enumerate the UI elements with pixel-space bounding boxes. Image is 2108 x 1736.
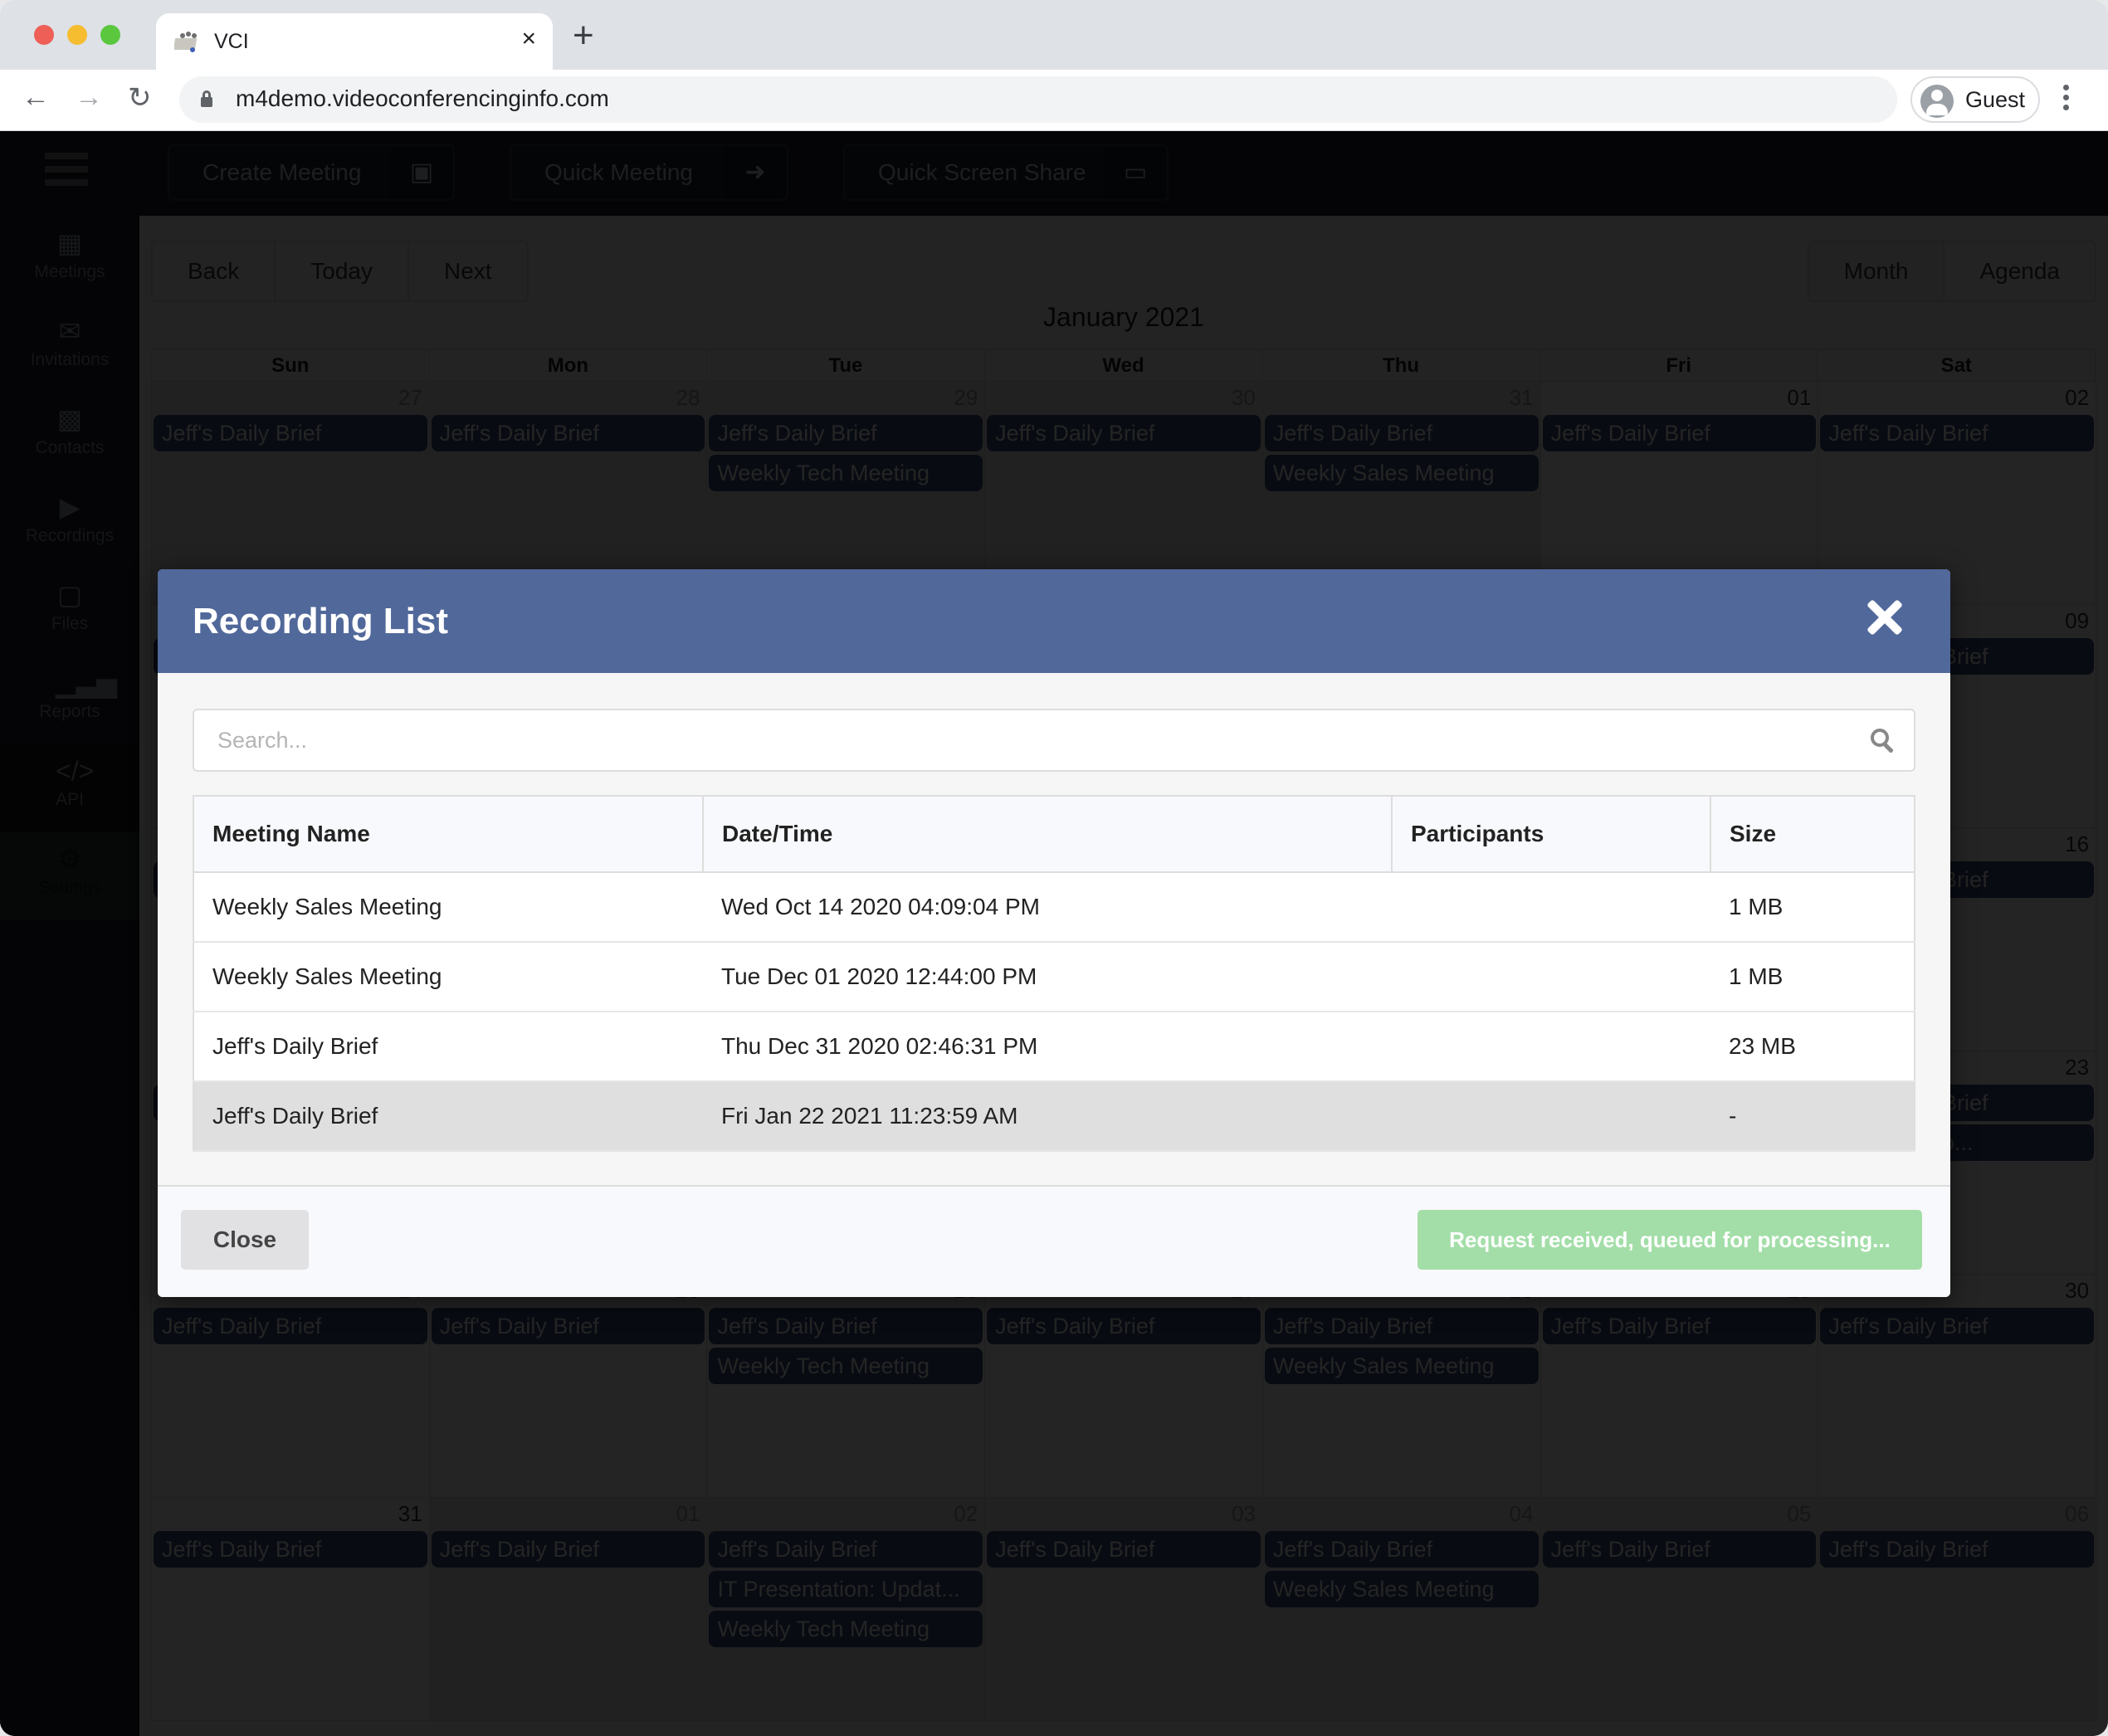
close-window-button[interactable] [34,25,54,45]
cell-meeting-name: Jeff's Daily Brief [193,1012,703,1082]
close-button[interactable]: Close [181,1210,309,1270]
tab-bar: VCI × + [0,0,2108,70]
user-avatar-icon [1920,85,1954,118]
browser-menu-icon[interactable] [2063,85,2070,115]
new-tab-button[interactable]: + [573,15,594,56]
forward-arrow-icon[interactable]: → [75,81,103,114]
modal-header: Recording List [158,569,1950,673]
column-header-date-time[interactable]: Date/Time [703,796,1393,873]
modal-title: Recording List [193,601,449,641]
column-header-participants[interactable]: Participants [1392,796,1711,873]
modal-footer: Close Request received, queued for proce… [158,1185,1950,1297]
cell-participants [1392,1081,1710,1152]
url-text: m4demo.videoconferencinginfo.com [236,85,609,111]
browser-window: VCI × + ← → ↻ m4demo.videoconferencingin… [0,0,2108,1736]
browser-tab[interactable]: VCI × [156,13,553,70]
recordings-table: Meeting Name Date/Time Participants Size… [193,795,1915,1152]
column-header-size[interactable]: Size [1710,796,1915,873]
tab-title: VCI [214,30,249,53]
search-icon[interactable] [1871,729,1896,753]
profile-name: Guest [1965,87,2026,112]
cell-meeting-name: Weekly Sales Meeting [193,872,703,943]
table-row[interactable]: Weekly Sales Meeting Wed Oct 14 2020 04:0… [193,872,1915,943]
cell-size: 1 MB [1710,872,1915,943]
search-input[interactable] [194,710,1914,770]
profile-button[interactable]: Guest [1910,76,2040,123]
cell-participants [1392,942,1710,1012]
maximize-window-button[interactable] [100,25,120,45]
table-row[interactable]: Jeff's Daily Brief Fri Jan 22 2021 11:23:… [193,1081,1915,1152]
column-header-meeting-name[interactable]: Meeting Name [193,796,704,873]
recordings-table-body: Weekly Sales Meeting Wed Oct 14 2020 04:0… [193,872,1915,1152]
cell-date-time: Tue Dec 01 2020 12:44:00 PM [703,942,1392,1012]
search-field [193,709,1915,772]
table-row[interactable]: Weekly Sales Meeting Tue Dec 01 2020 12:4… [193,942,1915,1012]
cell-date-time: Fri Jan 22 2021 11:23:59 AM [703,1081,1392,1152]
table-header-row: Meeting Name Date/Time Participants Size [193,796,1915,873]
cell-meeting-name: Weekly Sales Meeting [193,942,703,1012]
cell-size: - [1710,1081,1915,1152]
lock-icon [201,90,212,107]
cell-participants [1392,1012,1710,1082]
tab-close-icon[interactable]: × [521,25,536,53]
cell-meeting-name: Jeff's Daily Brief [193,1081,703,1152]
cell-date-time: Thu Dec 31 2020 02:46:31 PM [703,1012,1392,1082]
cell-date-time: Wed Oct 14 2020 04:09:04 PM [703,872,1392,943]
cell-participants [1392,872,1710,943]
processing-status-button: Request received, queued for processing.… [1418,1210,1922,1270]
vci-logo-icon [174,32,198,52]
close-icon[interactable] [1866,599,1903,636]
reload-icon[interactable]: ↻ [128,81,152,115]
back-arrow-icon[interactable]: ← [22,81,50,114]
recording-list-modal: Recording List Meeting Name Date/Time Pa… [158,569,1950,1297]
url-field[interactable]: m4demo.videoconferencinginfo.com [179,76,1897,123]
cell-size: 23 MB [1710,1012,1915,1082]
table-row[interactable]: Jeff's Daily Brief Thu Dec 31 2020 02:46:… [193,1012,1915,1082]
address-bar: ← → ↻ m4demo.videoconferencinginfo.com G… [0,70,2108,131]
minimize-window-button[interactable] [67,25,87,45]
cell-size: 1 MB [1710,942,1915,1012]
